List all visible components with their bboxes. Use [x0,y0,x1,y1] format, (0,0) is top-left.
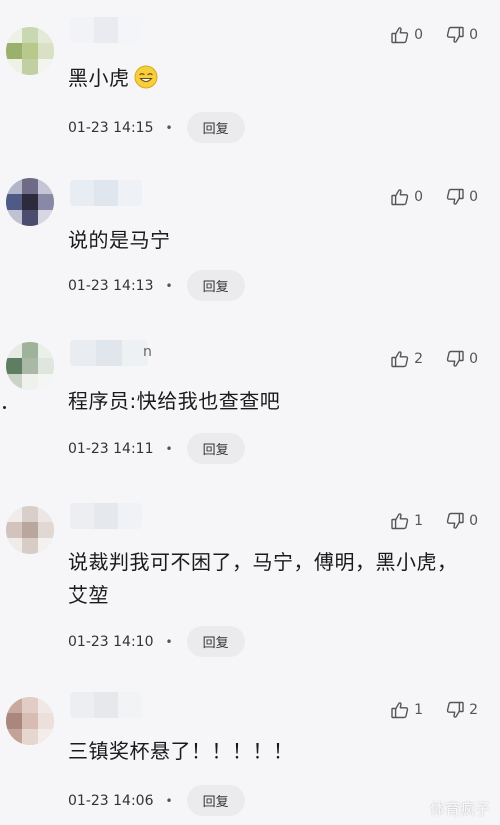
thumbs-down-icon [445,700,465,720]
like-count: 0 [414,27,424,43]
comment-text: 程序员:快给我也查查吧 [68,385,460,418]
comment-meta: 01-23 14:15 • 回复 [68,112,245,143]
comment-text: 黑小虎 [68,62,460,95]
thumbs-up-icon [390,349,410,369]
separator-dot: • [165,634,173,649]
comment-meta: 01-23 14:10 • 回复 [68,626,245,657]
dislike-button[interactable]: 0 [445,25,478,45]
reply-button[interactable]: 回复 [186,785,245,816]
like-count: 1 [414,513,424,529]
like-count: 1 [414,702,424,718]
timestamp: 01-23 14:11 [68,440,154,457]
comment-body: 黑小虎 [68,66,130,90]
reply-button[interactable]: 回复 [186,626,245,657]
username-blurred[interactable] [70,503,142,529]
avatar[interactable] [6,506,54,554]
like-button[interactable]: 1 [390,700,423,720]
avatar[interactable] [6,27,54,75]
grinning-face-icon [134,65,158,89]
like-button[interactable]: 1 [390,511,423,531]
separator-dot: • [165,441,173,456]
thumbs-up-icon [390,700,410,720]
comment-meta: 01-23 14:13 • 回复 [68,270,245,301]
dislike-count: 0 [469,189,478,205]
like-button[interactable]: 2 [390,349,423,369]
thumbs-up-icon [390,511,410,531]
dislike-button[interactable]: 0 [445,187,478,207]
stray-dot [3,406,6,409]
thumbs-down-icon [445,25,465,45]
comment-body: 程序员:快给我也查查吧 [68,389,281,413]
dislike-count: 0 [469,27,478,43]
timestamp: 01-23 14:13 [68,277,154,294]
avatar[interactable] [6,342,54,390]
comment-body: 说的是马宁 [68,228,171,252]
dislike-button[interactable]: 0 [445,511,478,531]
thumbs-down-icon [445,187,465,207]
dislike-count: 2 [469,702,478,718]
reply-button[interactable]: 回复 [186,112,245,143]
thumbs-down-icon [445,511,465,531]
avatar[interactable] [6,697,54,745]
thumbs-up-icon [390,25,410,45]
comment-body: 三镇奖杯悬了！！！！！ [68,739,294,763]
separator-dot: • [165,120,173,135]
vote-actions: 0 0 [390,187,478,207]
like-count: 2 [414,351,424,367]
comment-meta: 01-23 14:06 • 回复 [68,785,245,816]
dislike-button[interactable]: 0 [445,349,478,369]
comment-text: 三镇奖杯悬了！！！！！ [68,735,460,768]
separator-dot: • [165,278,173,293]
vote-actions: 1 2 [390,700,478,720]
comment-text: 说裁判我可不困了，马宁，傅明，黑小虎，艾堃 [68,546,460,612]
username-blurred[interactable] [70,180,142,206]
avatar[interactable] [6,178,54,226]
username-blurred[interactable] [70,692,142,718]
username-suffix: n [143,344,152,360]
watermark: 体育疯子 [429,800,490,818]
thumbs-down-icon [445,349,465,369]
comment-meta: 01-23 14:11 • 回复 [68,433,245,464]
timestamp: 01-23 14:06 [68,792,154,809]
vote-actions: 1 0 [390,511,478,531]
reply-button[interactable]: 回复 [186,433,245,464]
comment-text: 说的是马宁 [68,224,460,257]
thumbs-up-icon [390,187,410,207]
dislike-count: 0 [469,351,478,367]
separator-dot: • [165,793,173,808]
like-button[interactable]: 0 [390,187,423,207]
username-blurred[interactable] [70,340,148,366]
like-button[interactable]: 0 [390,25,423,45]
vote-actions: 2 0 [390,349,478,369]
reply-button[interactable]: 回复 [186,270,245,301]
comment-body: 说裁判我可不困了，马宁，傅明，黑小虎，艾堃 [68,550,458,607]
vote-actions: 0 0 [390,25,478,45]
dislike-count: 0 [469,513,478,529]
timestamp: 01-23 14:15 [68,119,154,136]
username-blurred[interactable] [70,17,142,43]
dislike-button[interactable]: 2 [445,700,478,720]
like-count: 0 [414,189,424,205]
timestamp: 01-23 14:10 [68,633,154,650]
